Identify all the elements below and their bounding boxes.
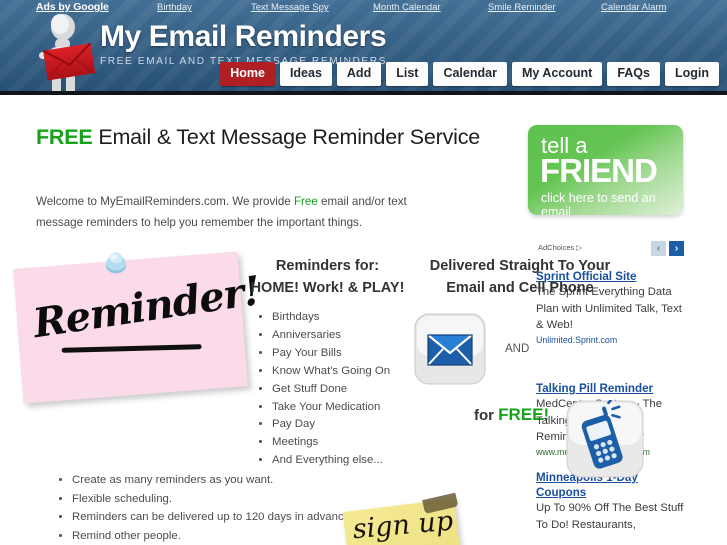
nav-item-ideas[interactable]: Ideas	[279, 62, 332, 86]
features-column: Create as many reminders as you want.Fle…	[36, 472, 356, 545]
intro-paragraph: Welcome to MyEmailReminders.com. We prov…	[36, 191, 446, 233]
list-item: Flexible scheduling.	[72, 491, 356, 509]
for-word: for	[474, 407, 499, 424]
ad-unit[interactable]: Sprint Official Site The Sprint Everythi…	[536, 269, 684, 347]
ad-title[interactable]: Sprint Official Site	[536, 269, 684, 284]
and-connector-label: AND	[505, 343, 530, 355]
reminders-column: Reminders for: HOME! Work! & PLAY! Birth…	[240, 255, 415, 470]
list-item: Meetings	[272, 434, 415, 450]
main-content: FREE Email & Text Message Reminder Servi…	[0, 95, 727, 545]
sign-up-note[interactable]: sign up	[342, 492, 466, 545]
list-item: Create as many reminders as you want.	[72, 472, 356, 490]
reminders-heading-line1: Reminders for:	[275, 258, 380, 274]
list-item: Birthdays	[272, 309, 415, 325]
ad-next-arrow-icon[interactable]: ›	[669, 241, 684, 256]
page-headline: FREE Email & Text Message Reminder Servi…	[36, 122, 486, 152]
nav-item-home[interactable]: Home	[220, 62, 275, 86]
brand-block: My Email Reminders FREE EMAIL AND TEXT M…	[100, 20, 387, 67]
sign-up-note-text: sign up	[351, 505, 455, 545]
cell-phone-icon	[566, 400, 644, 478]
google-ads-link-strip: Ads by Google Birthday Text Message Spy …	[0, 0, 727, 16]
ad-keyword-link-month-calendar[interactable]: Month Calendar	[373, 2, 441, 13]
ad-prev-arrow-icon[interactable]: ‹	[651, 241, 666, 256]
push-pin-icon	[106, 252, 126, 274]
ad-keyword-link-text-message-spy[interactable]: Text Message Spy	[251, 2, 329, 13]
site-header: Ads by Google Birthday Text Message Spy …	[0, 0, 727, 95]
ads-by-google-link[interactable]: Ads by Google	[36, 1, 109, 13]
site-title: My Email Reminders	[100, 20, 387, 53]
nav-item-list[interactable]: List	[386, 62, 429, 86]
ad-title[interactable]: Talking Pill Reminder	[536, 381, 684, 396]
ad-keyword-link-smile-reminder[interactable]: Smile Reminder	[488, 2, 556, 13]
nav-item-add[interactable]: Add	[336, 62, 382, 86]
ad-keyword-link-calendar-alarm[interactable]: Calendar Alarm	[601, 2, 666, 13]
headline-free-word: FREE	[36, 125, 93, 149]
intro-free-word: Free	[293, 195, 318, 208]
list-item: Pay Day	[272, 416, 415, 432]
list-item: Get Stuff Done	[272, 381, 415, 397]
main-navigation: Home Ideas Add List Calendar My Account FAQs Lo…	[220, 62, 719, 86]
ad-display-url[interactable]: Unlimited.Sprint.com	[536, 334, 684, 347]
reminders-list: Birthdays Anniversaries Pay Your Bills Know…	[240, 309, 415, 469]
adchoices-text: AdChoices	[538, 243, 575, 252]
list-item: Take Your Medication	[272, 399, 415, 415]
ad-carousel-nav: ‹ ›	[651, 241, 684, 256]
nav-item-calendar[interactable]: Calendar	[433, 62, 507, 86]
ad-description: Up To 90% Off The Best Stuff To Do! Rest…	[536, 502, 684, 531]
adchoices-label[interactable]: AdChoices ▷	[538, 243, 582, 252]
nav-item-my-account[interactable]: My Account	[511, 62, 603, 86]
reminders-heading-line2: HOME! Work! & PLAY!	[250, 280, 405, 296]
ad-description: The Sprint Everything Data Plan with Unl…	[536, 286, 682, 331]
reminder-note-image: Reminder!	[13, 251, 263, 404]
intro-text-part1: Welcome to MyEmailReminders.com. We prov…	[36, 195, 294, 208]
adchoices-triangle-icon: ▷	[576, 243, 583, 252]
list-item: And Everything else...	[272, 452, 415, 468]
nav-item-faqs[interactable]: FAQs	[607, 62, 660, 86]
mascot-icon	[39, 14, 96, 91]
tell-a-friend-button[interactable]: tell a FRIEND click here to send an emai…	[528, 125, 683, 215]
features-list: Create as many reminders as you want.Fle…	[36, 472, 356, 545]
list-item: Pay Your Bills	[272, 345, 415, 361]
list-item: Reminders can be delivered up to 120 day…	[72, 509, 356, 527]
ad-keyword-link-birthday[interactable]: Birthday	[157, 2, 192, 13]
email-envelope-icon	[414, 313, 486, 385]
list-item: Remind other people.	[72, 528, 356, 545]
list-item: Anniversaries	[272, 327, 415, 343]
tell-a-friend-line2: FRIEND	[540, 152, 658, 189]
list-item: Know What's Going On	[272, 363, 415, 379]
nav-item-login[interactable]: Login	[664, 62, 719, 86]
headline-rest: Email & Text Message Reminder Service	[92, 125, 481, 149]
tell-a-friend-line3: click here to send an email	[541, 191, 656, 215]
